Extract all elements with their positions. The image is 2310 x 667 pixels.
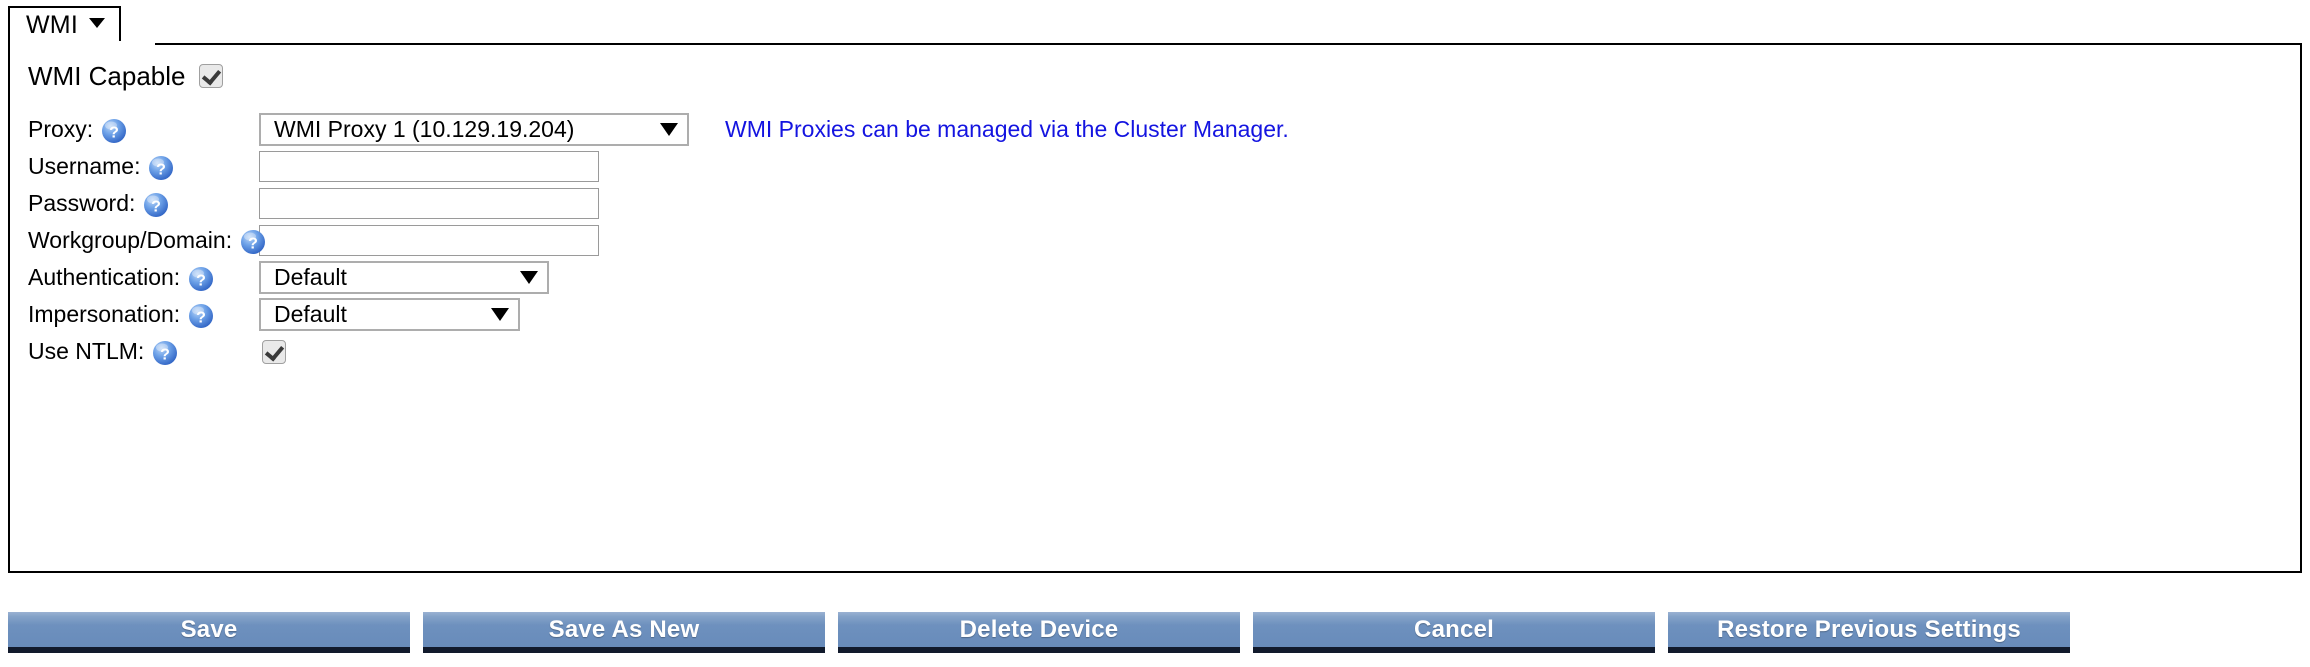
impersonation-label-cell: Impersonation: ? <box>28 302 240 328</box>
help-icon[interactable]: ? <box>101 118 127 144</box>
password-label-cell: Password: ? <box>28 191 240 217</box>
wmi-capable-label: WMI Capable <box>28 61 186 91</box>
username-input[interactable] <box>259 151 599 182</box>
proxy-field-cell: WMI Proxy 1 (10.129.19.204) WMI Proxies … <box>259 113 1289 146</box>
username-field-cell <box>259 151 599 182</box>
form-row-proxy: Proxy: ? WMI Proxy 1 (10.129.19.204) WMI… <box>28 111 1289 148</box>
impersonation-field-cell: Default <box>259 298 520 331</box>
save-as-new-button[interactable]: Save As New <box>423 612 825 653</box>
password-field-cell <box>259 188 599 219</box>
use-ntlm-field-cell <box>262 339 286 364</box>
impersonation-select[interactable]: Default <box>259 298 520 331</box>
authentication-label: Authentication: <box>28 264 181 290</box>
help-icon[interactable]: ? <box>148 155 174 181</box>
cancel-button[interactable]: Cancel <box>1253 612 1655 653</box>
delete-device-button[interactable]: Delete Device <box>838 612 1240 653</box>
proxy-cluster-manager-link[interactable]: WMI Proxies can be managed via the Clust… <box>725 116 1289 143</box>
wmi-form: Proxy: ? WMI Proxy 1 (10.129.19.204) WMI… <box>28 111 1289 370</box>
wmi-capable-row: WMI Capable <box>28 63 223 89</box>
svg-text:?: ? <box>248 235 258 252</box>
svg-text:?: ? <box>157 161 167 178</box>
action-button-bar: Save Save As New Delete Device Cancel Re… <box>8 612 2070 653</box>
chevron-down-icon <box>660 123 678 136</box>
caret-down-icon[interactable] <box>88 18 105 28</box>
form-row-username: Username: ? <box>28 148 1289 185</box>
wmi-settings-panel: WMI Capable Proxy: ? WMI Proxy 1 (10.129… <box>8 43 2302 573</box>
username-label-cell: Username: ? <box>28 154 240 180</box>
tab-strip: WMI <box>8 5 121 44</box>
workgroup-domain-input[interactable] <box>259 225 599 256</box>
use-ntlm-label: Use NTLM: <box>28 338 145 364</box>
use-ntlm-label-cell: Use NTLM: ? <box>28 339 240 365</box>
tab-wmi[interactable]: WMI <box>8 6 121 44</box>
tab-panel-merge <box>10 41 155 45</box>
username-label: Username: <box>28 153 141 179</box>
svg-text:?: ? <box>151 198 161 215</box>
svg-text:?: ? <box>109 124 119 141</box>
svg-text:?: ? <box>160 346 170 363</box>
save-button[interactable]: Save <box>8 612 410 653</box>
form-row-password: Password: ? <box>28 185 1289 222</box>
authentication-select[interactable]: Default <box>259 261 549 294</box>
workgroup-label-cell: Workgroup/Domain: ? <box>28 227 266 254</box>
workgroup-label: Workgroup/Domain: <box>28 227 233 253</box>
svg-text:?: ? <box>196 309 206 326</box>
form-row-workgroup: Workgroup/Domain: ? <box>28 222 1289 259</box>
form-row-impersonation: Impersonation: ? Default <box>28 296 1289 333</box>
authentication-label-cell: Authentication: ? <box>28 265 240 291</box>
password-label: Password: <box>28 190 136 216</box>
password-input[interactable] <box>259 188 599 219</box>
impersonation-label: Impersonation: <box>28 301 181 327</box>
proxy-select-value: WMI Proxy 1 (10.129.19.204) <box>274 116 575 142</box>
restore-previous-settings-button[interactable]: Restore Previous Settings <box>1668 612 2070 653</box>
form-row-authentication: Authentication: ? Default <box>28 259 1289 296</box>
help-icon[interactable]: ? <box>188 266 214 292</box>
workgroup-field-cell <box>259 225 599 256</box>
wmi-capable-checkbox[interactable] <box>198 64 223 88</box>
authentication-field-cell: Default <box>259 261 549 294</box>
help-icon[interactable]: ? <box>152 340 178 366</box>
proxy-label-cell: Proxy: ? <box>28 117 240 143</box>
chevron-down-icon <box>520 271 538 284</box>
help-icon[interactable]: ? <box>188 303 214 329</box>
proxy-select[interactable]: WMI Proxy 1 (10.129.19.204) <box>259 113 689 146</box>
authentication-select-value: Default <box>274 264 347 290</box>
svg-text:?: ? <box>196 272 206 289</box>
proxy-label: Proxy: <box>28 116 94 142</box>
tab-wmi-label: WMI <box>26 10 78 39</box>
use-ntlm-checkbox[interactable] <box>262 339 286 364</box>
impersonation-select-value: Default <box>274 301 347 327</box>
help-icon[interactable]: ? <box>240 229 266 255</box>
help-icon[interactable]: ? <box>143 192 169 218</box>
form-row-use-ntlm: Use NTLM: ? <box>28 333 1289 370</box>
chevron-down-icon <box>491 308 509 321</box>
